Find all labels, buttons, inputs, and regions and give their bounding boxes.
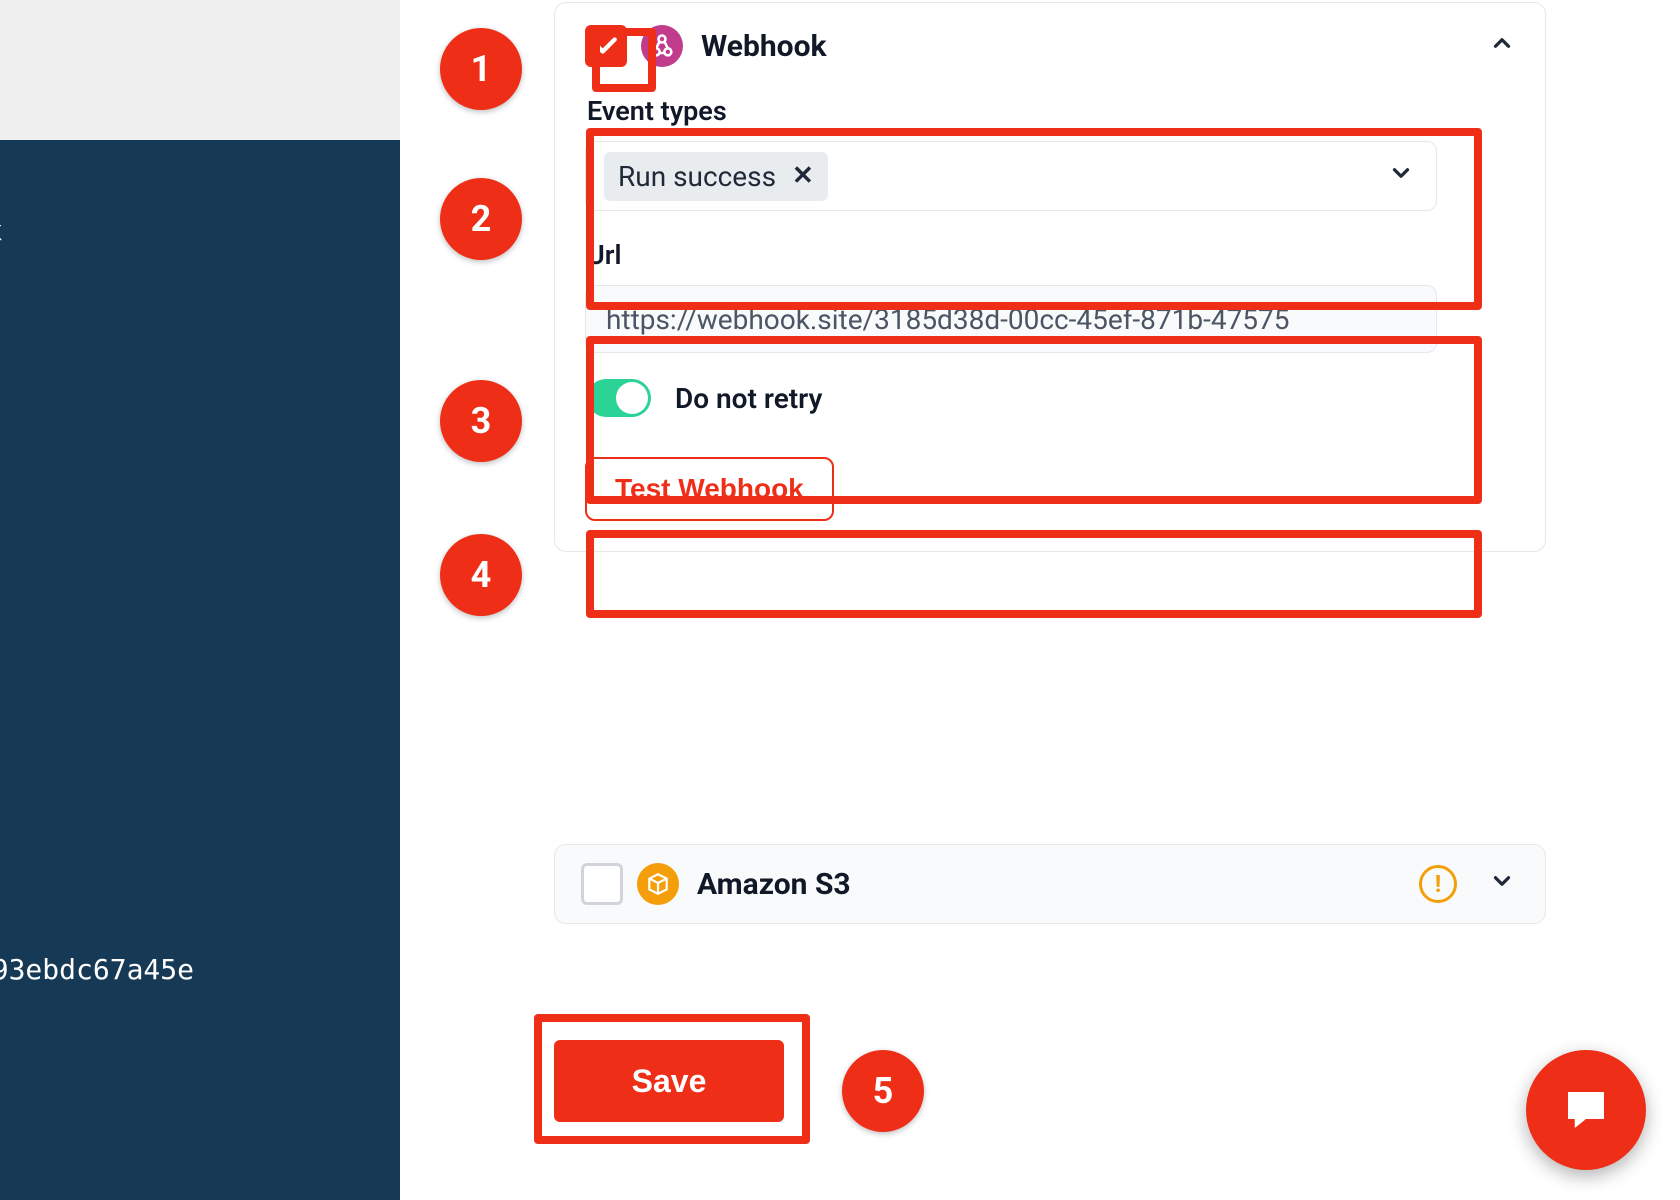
event-tag: Run success ✕ [604, 152, 828, 201]
code-line: 99accf93093ebdc67a45e [0, 947, 400, 993]
url-input[interactable]: https://webhook.site/3185d38d-00cc-45ef-… [585, 285, 1437, 353]
webhook-title: Webhook [701, 29, 827, 64]
webhook-card: Webhook Event types Run success ✕ Url ht… [554, 2, 1546, 552]
chevron-down-icon[interactable] [1388, 160, 1414, 193]
code-line [0, 901, 400, 947]
code-line: 3) [0, 485, 400, 531]
event-types-label: Event types [587, 95, 1515, 127]
step-badge-2: 2 [440, 178, 522, 260]
step-badge-4: 4 [440, 534, 522, 616]
code-line [0, 162, 400, 208]
code-block: ice=1000000-max 1) 2) 3) 4) 5) 6) 7) 8) … [0, 140, 400, 1200]
code-line [0, 254, 400, 300]
retry-row: Do not retry [587, 379, 1515, 417]
warning-icon: ! [1419, 865, 1457, 903]
main-pane: Webhook Event types Run success ✕ Url ht… [400, 0, 1680, 1200]
code-line [0, 301, 400, 347]
s3-icon [637, 863, 679, 905]
code-line: 2) [0, 439, 400, 485]
url-label: Url [587, 239, 1515, 271]
toggle-knob [616, 382, 648, 414]
step-badge-3: 3 [440, 380, 522, 462]
save-button[interactable]: Save [554, 1040, 784, 1122]
remove-tag-icon[interactable]: ✕ [792, 161, 814, 191]
code-line [0, 993, 400, 1039]
s3-title: Amazon S3 [697, 867, 851, 902]
code-line: ice=1000000-max [0, 208, 400, 254]
chevron-up-icon[interactable] [1489, 30, 1515, 63]
code-line: 10) [0, 809, 400, 855]
left-pane: ice=1000000-max 1) 2) 3) 4) 5) 6) 7) 8) … [0, 0, 400, 1200]
retry-label: Do not retry [675, 382, 822, 415]
s3-checkbox[interactable] [581, 863, 623, 905]
webhook-checkbox[interactable] [585, 25, 627, 67]
webhook-header[interactable]: Webhook [585, 25, 1515, 67]
code-line: 9) [0, 762, 400, 808]
chat-icon [1559, 1083, 1613, 1137]
code-line [0, 855, 400, 901]
code-line [0, 347, 400, 393]
step-badge-5: 5 [842, 1050, 924, 1132]
event-types-select[interactable]: Run success ✕ [585, 141, 1437, 211]
code-line: 5) [0, 578, 400, 624]
chevron-down-icon[interactable] [1489, 868, 1515, 901]
code-line: 4) [0, 532, 400, 578]
event-tag-label: Run success [618, 160, 776, 193]
code-line: 8) [0, 716, 400, 762]
do-not-retry-toggle[interactable] [587, 379, 651, 417]
chat-fab[interactable] [1526, 1050, 1646, 1170]
code-line: 6) [0, 624, 400, 670]
code-line: 7) [0, 670, 400, 716]
s3-card[interactable]: Amazon S3 ! [554, 844, 1546, 924]
code-line: l Time\\ [0, 1040, 400, 1086]
code-line: 1) [0, 393, 400, 439]
test-webhook-button[interactable]: Test Webhook [585, 457, 834, 521]
check-icon [593, 33, 619, 59]
webhook-icon [641, 25, 683, 67]
step-badge-1: 1 [440, 28, 522, 110]
